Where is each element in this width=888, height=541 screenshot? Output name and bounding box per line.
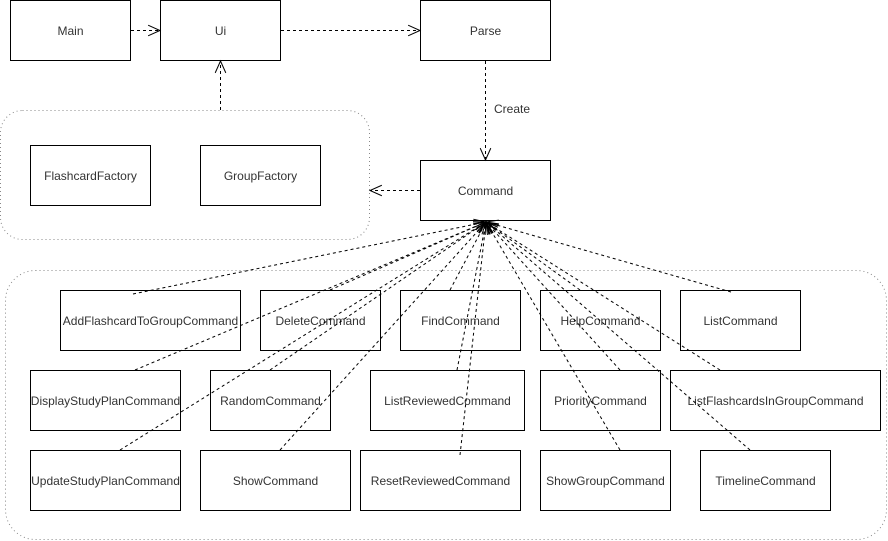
edge-parse-to-command-arrowhead: [479, 147, 492, 162]
edge-help-arrowhead: [485, 221, 499, 234]
edge-show-arrowhead: [473, 221, 487, 235]
random-command-class[interactable]: RandomCommand: [210, 370, 331, 431]
edge-parse-to-command: [479, 61, 492, 162]
main-class-label: Main: [57, 23, 84, 38]
ui-class-label: Ui: [214, 23, 227, 38]
delete-command-class[interactable]: DeleteCommand: [260, 290, 381, 351]
command-class[interactable]: Command: [420, 160, 551, 221]
diagram-canvas: Main Ui Parse Create Command FlashcardFa…: [0, 0, 888, 541]
edge-update-study-plan-arrowhead: [473, 221, 488, 234]
command-class-label: Command: [457, 183, 514, 198]
edge-main-to-ui-arrowhead: [147, 24, 162, 37]
list-command-label: ListCommand: [703, 313, 778, 328]
ui-class[interactable]: Ui: [160, 0, 281, 61]
edge-delete-arrowhead: [472, 221, 488, 232]
timeline-command-class[interactable]: TimelineCommand: [700, 450, 831, 511]
parse-class[interactable]: Parse: [420, 0, 551, 61]
update-study-plan-command-class[interactable]: UpdateStudyPlanCommand: [30, 450, 181, 511]
show-group-command-class[interactable]: ShowGroupCommand: [540, 450, 671, 511]
random-command-label: RandomCommand: [220, 393, 321, 408]
edge-random-arrowhead: [473, 221, 488, 234]
update-study-plan-command-label: UpdateStudyPlanCommand: [31, 473, 180, 488]
help-command-class[interactable]: HelpCommand: [540, 290, 661, 351]
list-flashcards-in-group-command-label: ListFlashcardsInGroupCommand: [687, 393, 864, 408]
edge-list-arrowhead: [484, 219, 499, 231]
main-class[interactable]: Main: [10, 0, 131, 61]
edge-find-arrowhead: [475, 220, 487, 236]
edge-priority-arrowhead: [485, 221, 499, 235]
edge-command-to-factories-arrowhead: [368, 184, 383, 197]
reset-reviewed-command-class[interactable]: ResetReviewedCommand: [360, 450, 521, 511]
edge-delete: [329, 221, 488, 291]
edge-help: [485, 221, 581, 291]
priority-command-class[interactable]: PriorityCommand: [540, 370, 661, 431]
edge-reset-reviewed-arrowhead: [478, 220, 491, 235]
find-command-label: FindCommand: [421, 313, 500, 328]
show-command-class[interactable]: ShowCommand: [200, 450, 351, 511]
list-reviewed-command-class[interactable]: ListReviewedCommand: [370, 370, 525, 431]
show-group-command-label: ShowGroupCommand: [546, 473, 665, 488]
flashcard-factory-label: FlashcardFactory: [44, 168, 137, 183]
parse-class-label: Parse: [469, 23, 502, 38]
display-study-plan-command-class[interactable]: DisplayStudyPlanCommand: [30, 370, 181, 431]
create-edge-label: Create: [494, 102, 531, 116]
edge-list-reviewed-arrowhead: [478, 220, 490, 235]
display-study-plan-command-label: DisplayStudyPlanCommand: [30, 393, 181, 408]
edge-display-study-plan-arrowhead: [472, 221, 488, 232]
find-command-class[interactable]: FindCommand: [400, 290, 521, 351]
priority-command-label: PriorityCommand: [554, 393, 647, 408]
edge-timeline-arrowhead: [485, 221, 499, 234]
edge-show-group-arrowhead: [485, 220, 497, 235]
list-command-class[interactable]: ListCommand: [680, 290, 801, 351]
add-flashcard-to-group-command-label: AddFlashcardToGroupCommand: [62, 313, 239, 328]
reset-reviewed-command-label: ResetReviewedCommand: [370, 473, 511, 488]
flashcard-factory-class[interactable]: FlashcardFactory: [30, 145, 151, 206]
edge-factories-to-ui: [214, 59, 227, 110]
list-flashcards-in-group-command-class[interactable]: ListFlashcardsInGroupCommand: [670, 370, 881, 431]
edge-factories-to-ui-arrowhead: [214, 59, 227, 74]
add-flashcard-to-group-command-class[interactable]: AddFlashcardToGroupCommand: [60, 290, 241, 351]
show-command-label: ShowCommand: [232, 473, 319, 488]
group-factory-label: GroupFactory: [223, 168, 298, 183]
edge-find: [449, 220, 487, 291]
edge-list: [484, 219, 732, 293]
edge-command-to-factories: [368, 184, 420, 197]
group-factory-class[interactable]: GroupFactory: [200, 145, 321, 206]
delete-command-label: DeleteCommand: [275, 313, 366, 328]
help-command-label: HelpCommand: [560, 313, 641, 328]
edge-add-flashcard-to-group: [132, 218, 488, 295]
timeline-command-label: TimelineCommand: [715, 473, 816, 488]
edge-main-to-ui: [131, 24, 162, 37]
edge-list-flashcards-in-group-arrowhead: [484, 221, 499, 234]
edge-ui-to-parse: [281, 24, 422, 37]
list-reviewed-command-label: ListReviewedCommand: [384, 393, 511, 408]
edge-ui-to-parse-arrowhead: [407, 24, 422, 37]
